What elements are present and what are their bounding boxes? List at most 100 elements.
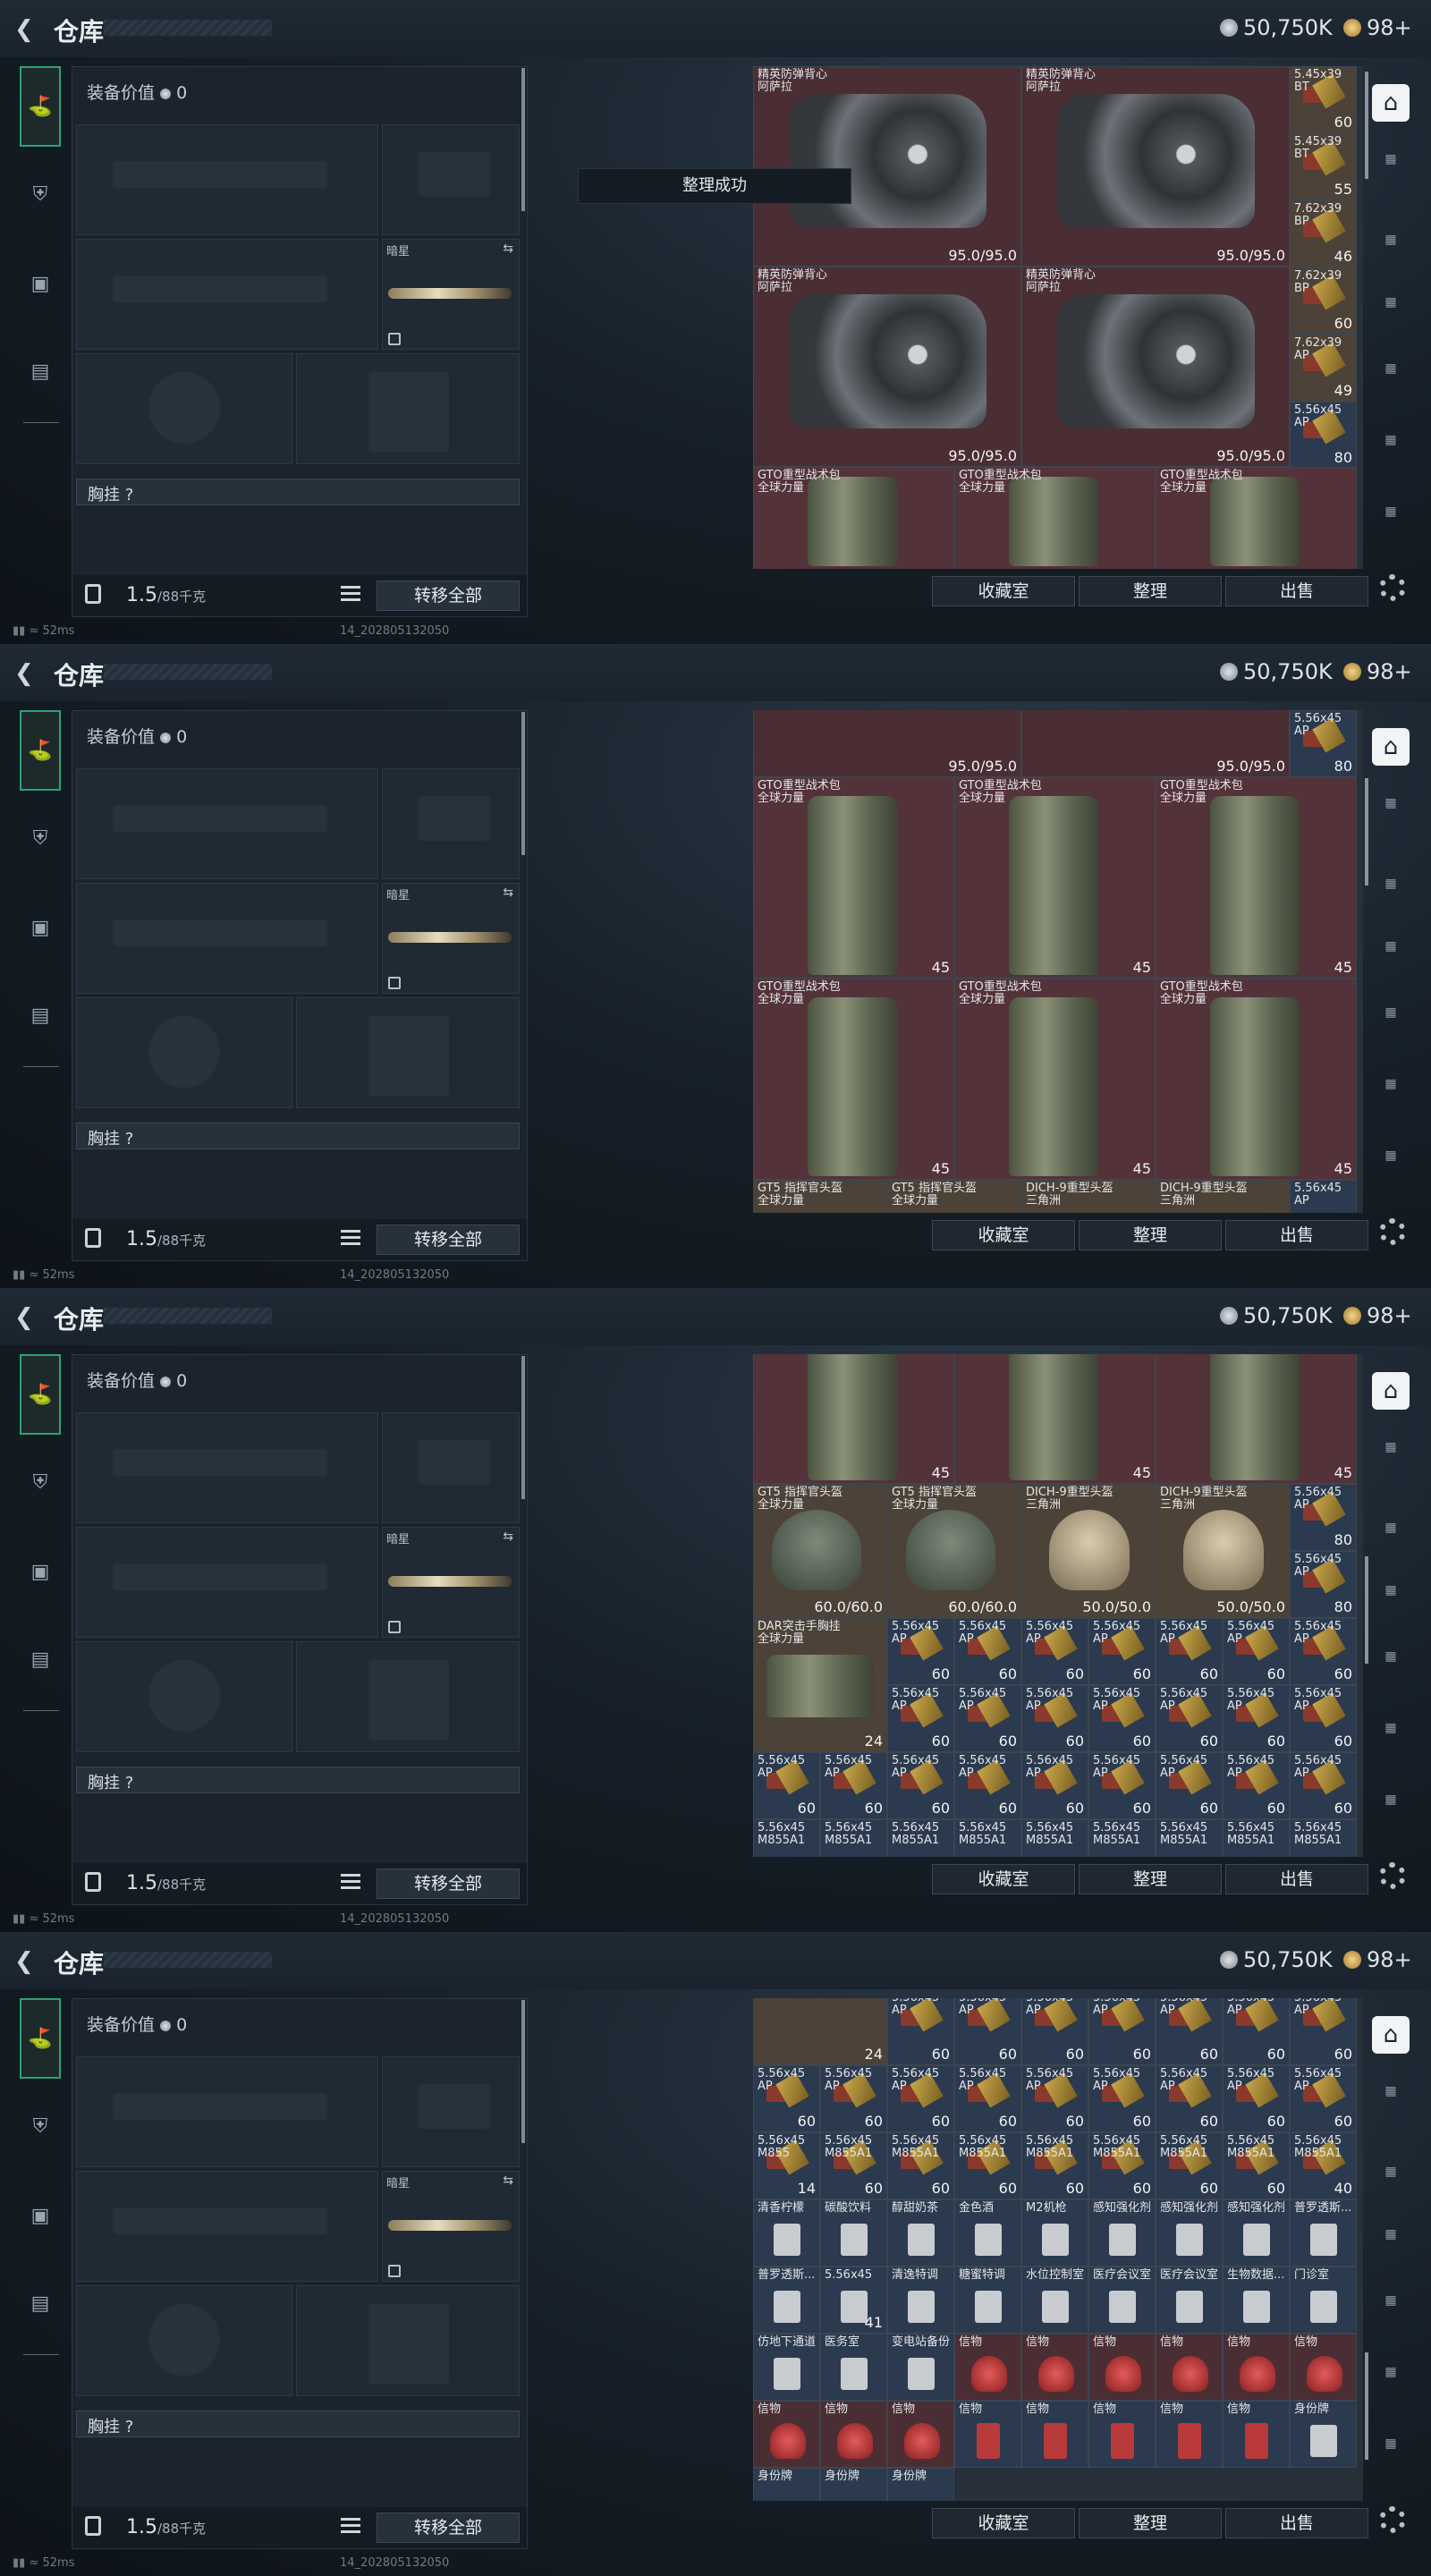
sort-button[interactable]: 整理 <box>1079 2508 1222 2538</box>
item-cell[interactable]: 信物 <box>1088 2401 1156 2468</box>
item-cell[interactable]: 45 <box>753 1354 954 1484</box>
item-cell[interactable]: 5.56x45 M855A1 <box>954 1819 1021 1857</box>
item-cell[interactable]: 5.56x45 AP 60 <box>887 1618 954 1685</box>
item-cell[interactable]: 5.56x45 AP 60 <box>1088 1998 1156 2065</box>
item-cell[interactable]: 45 <box>954 1354 1156 1484</box>
item-cell[interactable]: GT5 指挥官头盔 全球力量 <box>753 1180 887 1213</box>
container-icon[interactable]: ▦ <box>1374 1721 1408 1746</box>
primary-weapon-slot[interactable] <box>76 768 378 879</box>
tab-case[interactable]: ▤ <box>20 1639 61 1680</box>
item-cell[interactable]: 95.0/95.0 <box>1021 710 1290 777</box>
container-icon[interactable]: ▦ <box>1374 2436 1408 2462</box>
item-cell[interactable]: 5.56x45 AP 60 <box>954 1998 1021 2065</box>
item-cell[interactable]: 5.56x45 M855A1 <box>1021 1819 1088 1857</box>
collection-button[interactable]: 收藏室 <box>932 1864 1075 1894</box>
collection-button[interactable]: 收藏室 <box>932 1220 1075 1250</box>
item-cell[interactable]: 5.56x45 M855A1 <box>1088 1819 1156 1857</box>
back-icon[interactable]: ❮ <box>14 660 34 687</box>
grid-scrollbar[interactable] <box>1365 1556 1368 1664</box>
item-cell[interactable]: 5.56x45 AP 80 <box>1290 1551 1357 1618</box>
item-cell[interactable]: 5.56x45 AP 60 <box>820 1752 887 1819</box>
back-icon[interactable]: ❮ <box>14 1948 34 1975</box>
melee-slot[interactable]: 暗星 ⇆ <box>382 239 520 350</box>
item-cell[interactable]: 精英防弹背心 阿萨拉 95.0/95.0 <box>753 66 1021 267</box>
item-cell[interactable]: 5.56x45 AP 60 <box>1088 1685 1156 1752</box>
left-scrollbar[interactable] <box>521 712 525 855</box>
item-cell[interactable]: 身份牌 <box>1290 2401 1357 2468</box>
help-icon[interactable]: ? <box>125 1774 134 1792</box>
tab-armor[interactable]: ⛨ <box>20 1462 61 1503</box>
item-cell[interactable]: 5.56x45 AP 60 <box>1156 2065 1223 2132</box>
item-cell[interactable]: 5.56x45 AP <box>1290 1180 1357 1213</box>
container-icon[interactable]: ▦ <box>1374 1440 1408 1465</box>
swap-icon[interactable]: ⇆ <box>503 886 513 900</box>
item-cell[interactable]: 信物 <box>1156 2334 1223 2401</box>
lock-icon[interactable] <box>85 1228 101 1248</box>
item-cell[interactable]: 7.62x39 BP 60 <box>1290 267 1357 335</box>
transfer-all-button[interactable]: 转移全部 <box>377 2512 520 2543</box>
melee-slot[interactable]: 暗星 ⇆ <box>382 2171 520 2282</box>
armor-slot[interactable] <box>296 1641 520 1752</box>
warehouse-grid[interactable]: 95.0/95.0 95.0/95.0 5.56x45 AP 80 GTO重型战术包 全… <box>753 710 1363 1213</box>
item-cell[interactable]: 5.56x45 AP 60 <box>1223 2065 1290 2132</box>
item-cell[interactable]: 5.56x45 AP 60 <box>954 1618 1021 1685</box>
lock-icon[interactable] <box>85 584 101 604</box>
tab-armor[interactable]: ⛨ <box>20 174 61 215</box>
pistol-slot[interactable] <box>382 768 520 879</box>
tab-case[interactable]: ▤ <box>20 351 61 392</box>
tab-weapons[interactable]: ⛳ <box>20 66 61 147</box>
item-cell[interactable]: 5.45x39 BT 60 <box>1290 66 1357 133</box>
item-cell[interactable]: 5.56x45 M855A1 60 <box>1088 2132 1156 2199</box>
container-icon[interactable]: ▦ <box>1374 2165 1408 2190</box>
item-cell[interactable]: GTO重型战术包 全球力量 45 <box>1156 979 1357 1180</box>
item-cell[interactable]: 5.56x45 AP 60 <box>887 1752 954 1819</box>
item-cell[interactable]: 5.56x45 M855A1 60 <box>1156 2132 1223 2199</box>
left-scrollbar[interactable] <box>521 68 525 211</box>
item-cell[interactable]: GTO重型战术包 全球力量 45 <box>954 979 1156 1180</box>
item-cell[interactable]: GTO重型战术包 全球力量 45 <box>753 777 954 979</box>
list-icon[interactable] <box>341 1874 360 1892</box>
item-cell[interactable]: 5.56x45 AP 60 <box>1156 1685 1223 1752</box>
transfer-all-button[interactable]: 转移全部 <box>377 1224 520 1255</box>
item-cell[interactable]: 5.56x45 M855A1 60 <box>1021 2132 1088 2199</box>
item-cell[interactable]: 5.56x45 AP 60 <box>954 2065 1021 2132</box>
item-cell[interactable]: GTO重型战术包 全球力量 <box>753 467 954 569</box>
sort-button[interactable]: 整理 <box>1079 576 1222 606</box>
container-icon[interactable]: ▦ <box>1374 152 1408 177</box>
swap-icon[interactable]: ⇆ <box>503 242 513 256</box>
help-icon[interactable]: ? <box>125 1130 134 1148</box>
item-cell[interactable]: 5.56x45 AP 60 <box>887 1685 954 1752</box>
item-cell[interactable]: 金色酒 <box>954 2199 1021 2267</box>
item-cell[interactable]: GTO重型战术包 全球力量 45 <box>753 979 954 1180</box>
tab-backpack[interactable]: ▣ <box>20 2195 61 2236</box>
tab-armor[interactable]: ⛨ <box>20 2106 61 2147</box>
chest-rig-row[interactable]: 胸挂 ? <box>76 1123 520 1149</box>
tab-backpack[interactable]: ▣ <box>20 907 61 948</box>
secondary-weapon-slot[interactable] <box>76 1527 378 1638</box>
container-icon[interactable]: ▦ <box>1374 1148 1408 1174</box>
item-cell[interactable]: 5.56x45 AP 60 <box>1021 1618 1088 1685</box>
item-cell[interactable]: 仿地下通道 <box>753 2334 820 2401</box>
item-cell[interactable]: 5.56x45 AP 60 <box>1290 1752 1357 1819</box>
armor-slot[interactable] <box>296 2285 520 2396</box>
item-cell[interactable]: 5.56x45 AP 80 <box>1290 402 1357 469</box>
item-cell[interactable]: 5.56x45 M855A1 <box>887 1819 954 1857</box>
item-cell[interactable]: 5.56x45 AP 60 <box>1021 1685 1088 1752</box>
container-icon[interactable]: ▦ <box>1374 433 1408 458</box>
item-cell[interactable]: 5.56x45 M855 14 <box>753 2132 820 2199</box>
collection-button[interactable]: 收藏室 <box>932 2508 1075 2538</box>
container-icon[interactable]: ▦ <box>1374 233 1408 258</box>
chest-rig-row[interactable]: 胸挂 ? <box>76 1767 520 1793</box>
item-cell[interactable]: 5.56x45 M855A1 <box>820 1819 887 1857</box>
transfer-all-button[interactable]: 转移全部 <box>377 580 520 611</box>
item-cell[interactable]: 5.56x45 AP 60 <box>1088 1618 1156 1685</box>
container-icon[interactable]: ▦ <box>1374 295 1408 320</box>
helmet-slot[interactable] <box>76 353 292 464</box>
item-cell[interactable]: 5.56x45 M855A1 60 <box>887 2132 954 2199</box>
container-icon[interactable]: ▦ <box>1374 1583 1408 1608</box>
collection-button[interactable]: 收藏室 <box>932 576 1075 606</box>
lock-icon[interactable] <box>85 1872 101 1892</box>
item-cell[interactable]: 7.62x39 AP 49 <box>1290 335 1357 402</box>
container-icon[interactable]: ▦ <box>1374 2227 1408 2252</box>
item-cell[interactable]: 医疗会议室 <box>1088 2267 1156 2334</box>
